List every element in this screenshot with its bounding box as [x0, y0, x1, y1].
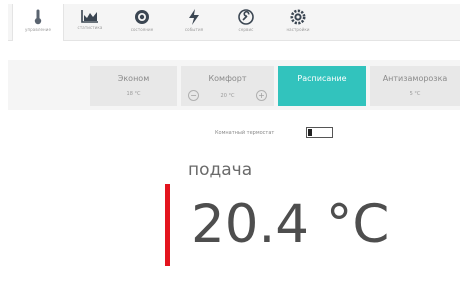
nav-item-label: статистика: [77, 25, 103, 30]
toggle-knob[interactable]: [308, 129, 312, 136]
nav-item-label: настройки: [286, 27, 310, 32]
mode-name: Антизаморозка: [382, 74, 448, 83]
mode-antifreeze[interactable]: Антизаморозка 5 °C: [370, 66, 460, 106]
nav-item-statistics[interactable]: статистика: [64, 4, 116, 40]
comfort-increase-button[interactable]: +: [256, 90, 267, 101]
nav-item-events[interactable]: события: [168, 4, 220, 40]
state-disc-icon: [135, 10, 149, 24]
mode-name: Расписание: [297, 74, 347, 83]
supply-indicator-bar: [165, 184, 170, 266]
supply-label: подача: [188, 160, 253, 180]
mode-economy[interactable]: Эконом 18 °C: [90, 66, 177, 106]
mode-temp: 5 °C: [409, 91, 421, 97]
supply-temperature: 20.4 °C: [191, 194, 390, 255]
room-thermostat-label: Комнатный термостат: [215, 130, 275, 136]
lightning-icon: [189, 9, 199, 25]
nav-item-label: события: [184, 27, 204, 32]
nav-item-label: сервис: [238, 27, 254, 32]
wrench-icon: [238, 9, 254, 25]
nav-item-label: состояние: [130, 27, 154, 32]
mode-name: Эконом: [117, 74, 150, 83]
nav-item-state[interactable]: состояние: [116, 4, 168, 40]
comfort-decrease-button[interactable]: −: [188, 90, 199, 101]
mode-temp: 18 °C: [126, 91, 141, 97]
nav-item-control[interactable]: управление: [12, 4, 64, 41]
room-thermostat-toggle[interactable]: [306, 127, 333, 138]
nav-item-settings[interactable]: настройки: [272, 4, 324, 40]
nav-item-service[interactable]: сервис: [220, 4, 272, 40]
app-window: управление статистика состояние события: [0, 0, 460, 287]
thermometer-icon: [34, 9, 42, 25]
mode-comfort[interactable]: Комфорт − 20 °C +: [181, 66, 274, 106]
nav-bar: управление статистика состояние события: [8, 4, 460, 41]
nav-item-label: управление: [24, 27, 52, 32]
gear-icon: [290, 9, 306, 25]
mode-schedule[interactable]: Расписание: [278, 66, 366, 106]
statistics-chart-icon: [81, 10, 98, 23]
mode-name: Комфорт: [208, 74, 247, 83]
